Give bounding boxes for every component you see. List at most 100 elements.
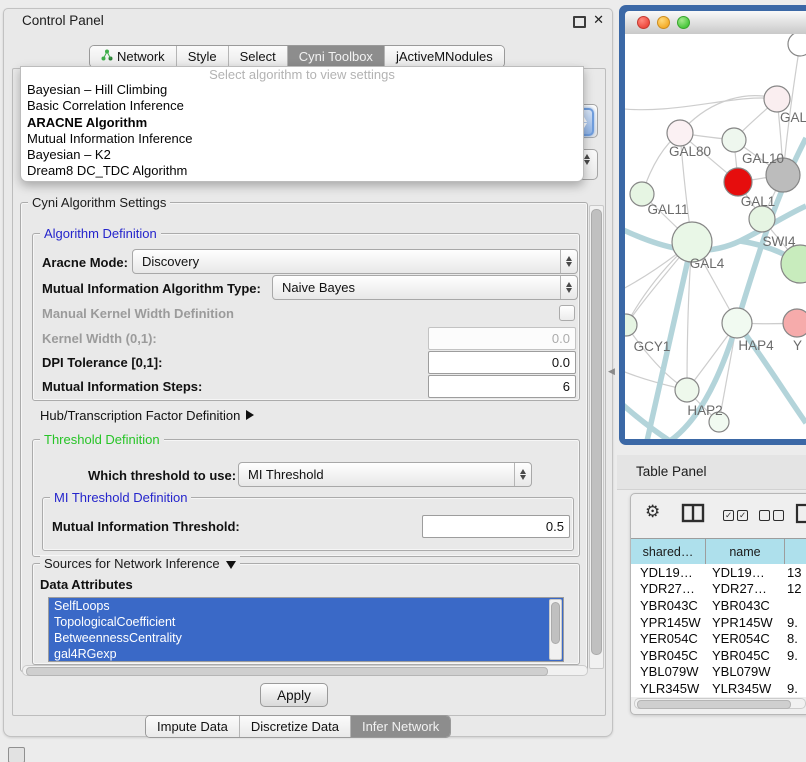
algorithm-option[interactable]: Bayesian – Hill Climbing — [21, 82, 583, 98]
deselect-all-checkbox-icon[interactable] — [759, 510, 770, 521]
node-hap2[interactable] — [675, 378, 699, 402]
which-threshold-select[interactable]: MI Threshold — [238, 462, 532, 487]
node-hap4[interactable] — [722, 308, 752, 338]
settings-horizontal-scrollbar[interactable] — [22, 665, 588, 676]
node-gal-pink[interactable] — [764, 86, 790, 112]
table-row[interactable]: YLR345WYLR345W9. — [631, 680, 806, 697]
attribute-list-item[interactable]: SelfLoops — [49, 598, 563, 614]
network-view-window: GALGAL80GAL10GAL1GAL11SWI4GAL4HAP4YGCY1H… — [619, 5, 806, 445]
tab-discretize-data[interactable]: Discretize Data — [239, 716, 350, 737]
scrollbar-thumb[interactable] — [591, 209, 602, 655]
mi-steps-field[interactable]: 6 — [428, 375, 576, 398]
attribute-list-item[interactable]: TopologicalCoefficient — [49, 614, 563, 630]
table-row[interactable]: YBR045CYBR045C9. — [631, 647, 806, 664]
network-edge[interactable] — [626, 325, 687, 390]
control-panel-title: Control Panel — [22, 13, 104, 28]
panel-restore-icon[interactable] — [8, 747, 25, 762]
network-node-label: HAP2 — [687, 403, 722, 418]
node-salmon[interactable] — [783, 309, 806, 337]
column-header-a[interactable]: A — [785, 539, 806, 564]
sources-group-title[interactable]: Sources for Network Inference — [40, 556, 240, 571]
table-cell: YPR145W — [631, 615, 705, 630]
table-row[interactable]: YPR145WYPR145W9. — [631, 614, 806, 631]
float-window-icon[interactable] — [573, 16, 586, 28]
attribute-list-scrollbar[interactable] — [549, 599, 562, 660]
network-window-titlebar[interactable] — [625, 11, 806, 35]
close-icon[interactable]: ✕ — [593, 12, 604, 28]
table-cell: YBR043C — [631, 598, 705, 613]
deselect-all-checkbox-icon[interactable] — [773, 510, 784, 521]
settings-vertical-scrollbar[interactable] — [589, 205, 604, 669]
tab-label: Cyni Toolbox — [299, 49, 373, 64]
aracne-mode-select[interactable]: Discovery — [132, 249, 578, 274]
network-canvas[interactable]: GALGAL80GAL10GAL1GAL11SWI4GAL4HAP4YGCY1H… — [625, 34, 806, 439]
network-node-label: HAP4 — [738, 338, 774, 353]
table-row[interactable]: YBL079WYBL079W — [631, 664, 806, 681]
expand-arrow-icon[interactable] — [246, 410, 254, 420]
tab-jactivemnodules[interactable]: jActiveMNodules — [384, 46, 504, 67]
node-top-right[interactable] — [788, 34, 806, 56]
table-row[interactable]: YER054CYER054C8. — [631, 630, 806, 647]
attribute-list-item[interactable]: BetweennessCentrality — [49, 630, 563, 646]
dpi-tolerance-label: DPI Tolerance [0,1]: — [42, 355, 162, 370]
table-cell: YDL19… — [705, 565, 783, 580]
algorithm-option[interactable]: Bayesian – K2 — [21, 147, 583, 163]
algorithm-option[interactable]: Dream8 DC_TDC Algorithm — [21, 163, 583, 179]
new-table-icon[interactable] — [795, 502, 806, 524]
table-row[interactable]: YDR27…YDR27…12 — [631, 581, 806, 598]
table-cell: YBR045C — [631, 648, 705, 663]
column-header-name[interactable]: name — [706, 539, 785, 564]
split-columns-icon[interactable] — [681, 503, 705, 523]
tab-style[interactable]: Style — [176, 46, 228, 67]
combo-stepper-icon — [514, 463, 531, 486]
tab-infer-network[interactable]: Infer Network — [350, 716, 450, 737]
aracne-mode-label: Aracne Mode: — [42, 255, 128, 270]
node-red[interactable] — [724, 168, 752, 196]
close-traffic-light-icon[interactable] — [637, 16, 650, 29]
scrollbar-thumb[interactable] — [26, 667, 548, 676]
node-gal10[interactable] — [722, 128, 746, 152]
node-big-green[interactable] — [781, 245, 806, 283]
tab-select[interactable]: Select — [228, 46, 287, 67]
mi-threshold-field[interactable]: 0.5 — [422, 515, 570, 538]
apply-button[interactable]: Apply — [260, 683, 328, 707]
select-all-checkbox-icon[interactable]: ✓ — [723, 510, 734, 521]
node-gal80[interactable] — [667, 120, 693, 146]
mi-algorithm-type-select[interactable]: Naive Bayes — [272, 275, 578, 300]
network-edge[interactable] — [625, 98, 777, 110]
tab-network[interactable]: Network — [90, 46, 176, 67]
tab-cyni-toolbox[interactable]: Cyni Toolbox — [287, 46, 384, 67]
dpi-tolerance-field[interactable]: 0.0 — [428, 351, 576, 374]
gear-icon[interactable]: ⚙ — [645, 502, 660, 522]
column-header-shared[interactable]: shared… — [631, 539, 706, 564]
table-cell: YBR043C — [705, 598, 783, 613]
algorithm-option[interactable]: Mutual Information Inference — [21, 131, 583, 147]
attribute-list-item[interactable]: gal4RGexp — [49, 646, 563, 662]
tab-label: Discretize Data — [251, 719, 339, 734]
data-attributes-list[interactable]: SelfLoopsTopologicalCoefficientBetweenne… — [48, 597, 564, 662]
table-row[interactable]: YBR043CYBR043C — [631, 597, 806, 614]
data-attributes-label: Data Attributes — [40, 577, 133, 592]
tab-impute-data[interactable]: Impute Data — [146, 716, 239, 737]
scrollbar-thumb[interactable] — [637, 700, 791, 709]
manual-kernel-width-checkbox[interactable] — [559, 305, 575, 321]
algorithm-option[interactable]: ARACNE Algorithm — [21, 115, 583, 131]
table-horizontal-scrollbar[interactable] — [634, 698, 806, 709]
algorithm-option[interactable]: Basic Correlation Inference — [21, 98, 583, 114]
node-gcy1[interactable] — [625, 314, 637, 336]
node-gal1[interactable] — [749, 206, 775, 232]
collapse-arrow-icon[interactable] — [226, 561, 236, 569]
hub-definition-toggle[interactable]: Hub/Transcription Factor Definition — [40, 408, 254, 423]
mi-algorithm-type-label: Mutual Information Algorithm Type: — [42, 281, 261, 296]
network-node-label: GAL1 — [741, 194, 776, 209]
scrollbar-thumb[interactable] — [551, 602, 560, 644]
tab-label: Style — [188, 49, 217, 64]
table-row[interactable]: YDL19…YDL19…13 — [631, 564, 806, 581]
splitter-handle-icon[interactable]: ◀ — [608, 366, 615, 377]
minimize-traffic-light-icon[interactable] — [657, 16, 670, 29]
zoom-traffic-light-icon[interactable] — [677, 16, 690, 29]
tab-label: Impute Data — [157, 719, 228, 734]
kernel-width-field: 0.0 — [428, 327, 576, 350]
select-all-checkbox-icon[interactable]: ✓ — [737, 510, 748, 521]
network-node-label: SWI4 — [762, 234, 795, 249]
